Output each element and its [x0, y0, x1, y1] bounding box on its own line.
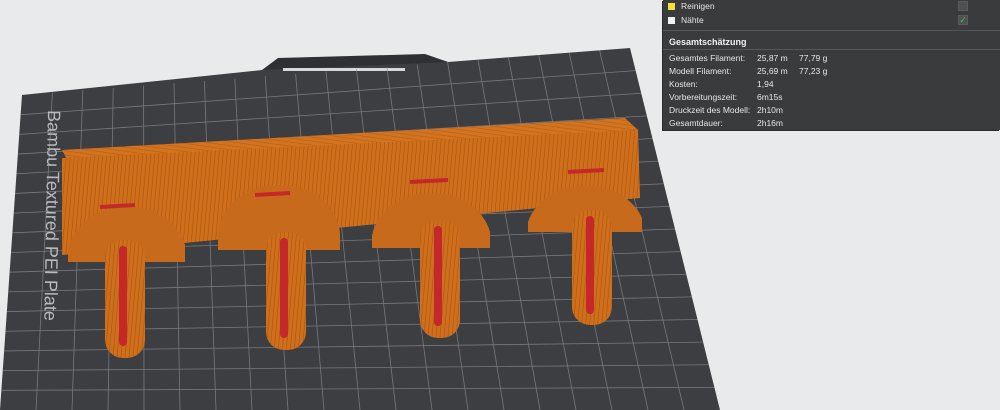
panel-divider [663, 30, 1000, 31]
stat-value: 1,94 [757, 79, 774, 89]
legend-label: Nähte [681, 15, 704, 25]
color-swatch [668, 17, 675, 24]
stat-row: Modell Filament: 25,69 m 77,23 g [669, 66, 994, 78]
stat-value: 25,69 m [757, 66, 788, 76]
stat-label: Gesamtdauer: [669, 118, 723, 128]
stat-row: Kosten: 1,94 [669, 79, 994, 91]
stat-label: Gesamtes Filament: [669, 53, 746, 63]
panel-divider [663, 49, 1000, 50]
stat-label: Modell Filament: [669, 66, 732, 76]
visibility-checkbox[interactable] [958, 1, 968, 11]
stat-label: Vorbereitungszeit: [669, 92, 738, 102]
visibility-checkbox[interactable]: ✓ [958, 15, 968, 25]
stat-label: Druckzeit des Modell: [669, 105, 751, 115]
stat-value-secondary: 77,23 g [799, 66, 828, 76]
legend-row-naehte: Nähte ✓ [663, 14, 1000, 28]
stat-row: Gesamtdauer: 2h16m [669, 118, 994, 130]
legend-label: Reinigen [681, 1, 715, 11]
plate-label: Bambu Textured PEI Plate [40, 110, 64, 321]
stat-row: Vorbereitungszeit: 6m15s [669, 92, 994, 104]
stat-value: 2h16m [757, 118, 783, 128]
stat-row: Druckzeit des Modell: 2h10m [669, 105, 994, 117]
stat-value: 25,87 m [757, 53, 788, 63]
stat-label: Kosten: [669, 79, 698, 89]
stat-value: 6m15s [757, 92, 783, 102]
legend-row-reinigen: Reinigen [663, 0, 1000, 14]
stat-value: 2h10m [757, 105, 783, 115]
slice-stats-panel: Reinigen Nähte ✓ Gesamtschätzung Gesamte… [663, 0, 1000, 130]
stat-row: Gesamtes Filament: 25,87 m 77,79 g [669, 53, 994, 65]
estimate-title: Gesamtschätzung [669, 37, 747, 47]
stat-value-secondary: 77,79 g [799, 53, 828, 63]
color-swatch [668, 3, 675, 10]
